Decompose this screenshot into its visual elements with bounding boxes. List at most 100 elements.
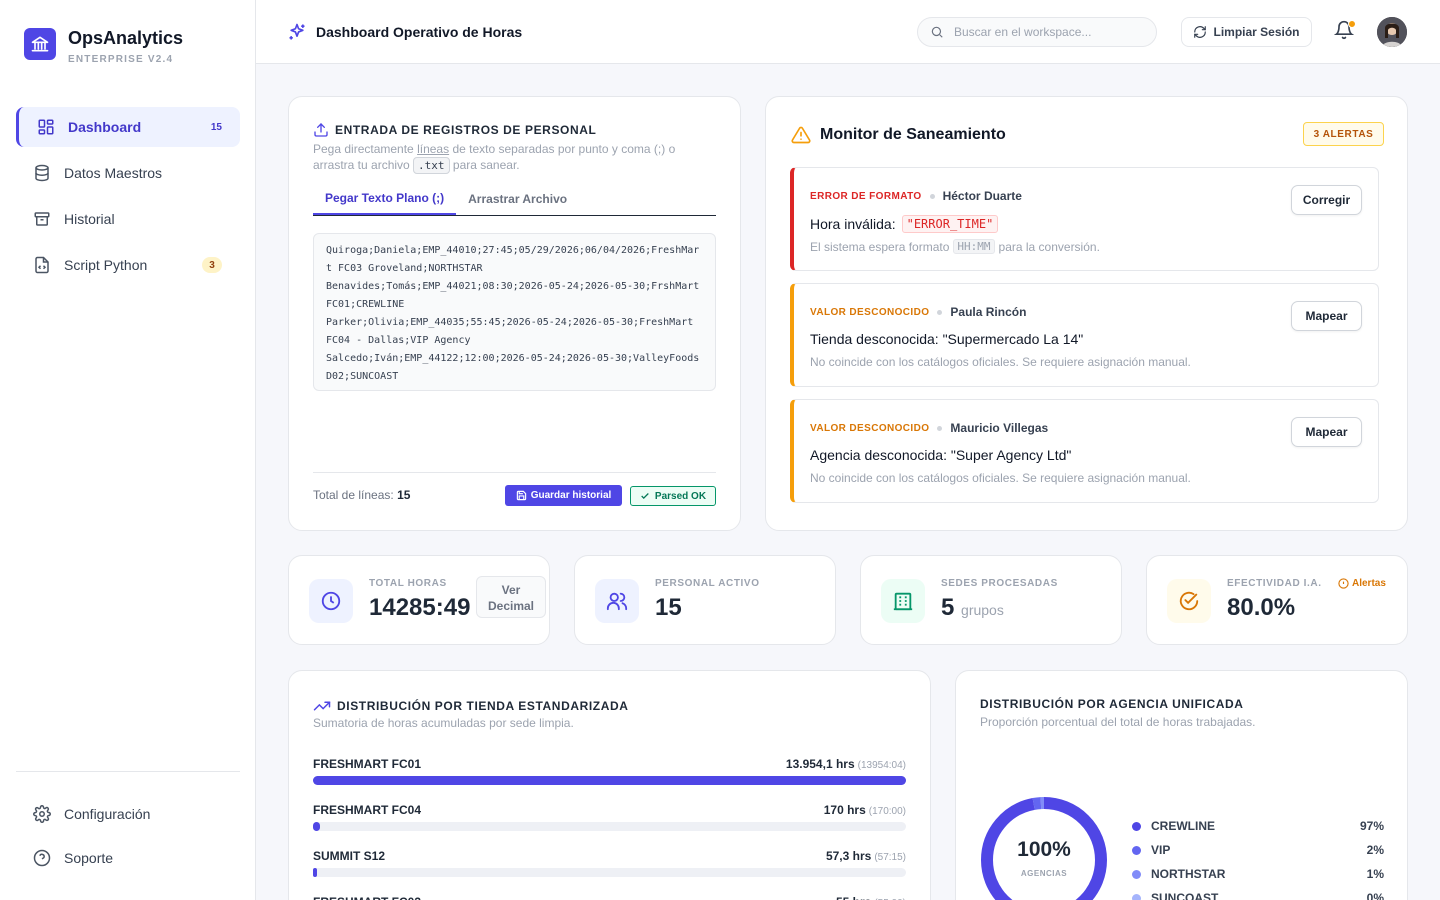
kpi-label: PERSONAL ACTIVO [655,578,760,589]
top-header: Dashboard Operativo de Horas Buscar en e… [256,0,1440,64]
sparkles-icon [289,23,305,40]
view-decimal-label: Decimal [487,599,535,613]
notification-dot [1348,20,1356,28]
alerts-count-badge: 3 ALERTAS [1303,122,1384,146]
store-hours-value: 170 hrs [823,803,866,817]
sidebar-item-label: Script Python [64,257,148,273]
total-lines: Total de líneas: 15 [313,488,410,502]
store-hours-value: 13.954,1 hrs [785,757,855,771]
store-hours-value: 55 hrs [836,895,871,900]
issue-message: Hora inválida: "ERROR_TIME" [810,215,999,233]
legend-name: SUNCOAST [1151,891,1219,900]
issue-note: El sistema espera formato HH:MM para la … [810,239,1100,254]
input-card-divider [313,472,716,473]
save-history-label: Guardar historial [530,490,612,501]
clear-session-label: Limpiar Sesión [1213,25,1300,39]
avatar[interactable] [1377,17,1407,47]
issue-note-text: El sistema espera formato [810,239,950,254]
monitor-title-text: Monitor de Saneamiento [820,126,1006,143]
archive-icon [34,212,50,226]
legend-pct: 97% [1359,819,1384,833]
page-title: Dashboard Operativo de Horas [287,22,522,42]
input-card-subtitle: Pega directamente líneas de texto separa… [313,141,716,174]
agency-donut-chart: 100% AGENCIAS [981,797,1107,900]
kpi-processed-sites: SEDES PROCESADAS 5 grupos [860,555,1122,645]
sidebar-item-dashboard[interactable]: Dashboard 15 [16,107,240,147]
fix-button[interactable]: Corregir [1291,185,1362,215]
parsed-ok-label: Parsed OK [654,490,707,502]
sidebar-item-script-python[interactable]: Script Python 3 [16,245,240,285]
store-hours-value: 57,3 hrs [825,849,872,863]
store-hours-raw: (57:15) [874,852,906,863]
issue-message-text: Hora inválida: [810,216,896,232]
search-input[interactable]: Buscar en el workspace... [917,17,1157,47]
issue-note: No coincide con los catálogos oficiales.… [810,471,1191,485]
save-icon [516,490,526,501]
sidebar-nav: Dashboard 15 Datos Maestros Historial Sc… [16,107,240,291]
issue-card: VALOR DESCONOCIDO Paula Rincón Tienda de… [790,283,1379,387]
subtitle-text: de texto separadas por punto y coma (;) … [452,142,676,156]
save-history-button[interactable]: Guardar historial [505,485,622,506]
clear-session-button[interactable]: Limpiar Sesión [1181,17,1312,47]
help-icon [33,849,51,867]
issue-type: VALOR DESCONOCIDO [810,306,930,318]
sidebar-item-datos-maestros[interactable]: Datos Maestros [16,153,240,193]
sidebar-bottom-nav: Configuración Soporte [16,794,240,882]
brand-name: OpsAnalytics [68,28,184,48]
map-button[interactable]: Mapear [1291,417,1362,447]
grid-icon [38,119,54,135]
store-hours: 170 hrs (170:00) [824,803,906,817]
upload-icon [314,123,328,137]
bank-logo-icon [24,28,56,60]
sidebar-item-configuracion[interactable]: Configuración [16,794,240,834]
legend-pct: 2% [1366,843,1384,857]
store-hours-raw: (13954:04) [857,760,906,771]
legend-dot [1132,821,1141,831]
brand-version: ENTERPRISE V2.4 [68,54,174,65]
gear-icon [33,805,51,823]
users-icon [595,579,639,623]
subtitle-text: Pega directamente [313,142,414,156]
donut-center-label: AGENCIAS [1021,869,1067,878]
subtitle-link[interactable]: líneas [417,142,449,156]
monitor-title: Monitor de Saneamiento [791,125,1006,145]
building-icon [881,579,925,623]
issue-card: VALOR DESCONOCIDO Mauricio Villegas Agen… [790,399,1379,503]
legend-dot [1132,893,1141,900]
store-distribution-subtitle: Sumatoria de horas acumuladas por sede l… [313,716,574,730]
kpi-value: 80.0% [1227,594,1296,621]
check-icon [641,493,649,499]
legend-pct: 1% [1366,867,1384,881]
sidebar-item-label: Historial [64,211,115,227]
view-decimal-button[interactable]: Ver Decimal [476,576,546,618]
view-decimal-label: Ver [501,583,521,597]
legend-dot [1132,869,1141,879]
page-title-text: Dashboard Operativo de Horas [316,24,523,40]
sidebar-item-label: Datos Maestros [64,165,163,181]
agency-distribution-subtitle: Proporción porcentual del total de horas… [980,715,1256,729]
kpi-total-hours: TOTAL HORAS 14285:49 Ver Decimal [288,555,550,645]
issue-header: VALOR DESCONOCIDO Mauricio Villegas [810,421,1048,435]
file-extension-code: .txt [413,157,450,174]
store-hours: 13.954,1 hrs (13954:04) [786,757,906,771]
separator-dot [937,309,943,315]
map-button[interactable]: Mapear [1291,301,1362,331]
tab-drag-file[interactable]: Arrastrar Archivo [456,183,579,215]
input-card-title: ENTRADA DE REGISTROS DE PERSONAL [313,122,596,138]
sidebar-divider [16,771,240,772]
sidebar-item-label: Soporte [64,850,114,866]
legend-dot [1132,845,1141,855]
issue-person: Héctor Duarte [942,189,1022,203]
records-textarea[interactable]: Quiroga;Daniela;EMP_44010;27:45;05/29/20… [313,233,716,391]
kpi-value-number: 5 [941,594,955,621]
issue-card: ERROR DE FORMATO Héctor Duarte Hora invá… [790,167,1379,271]
tab-paste-text[interactable]: Pegar Texto Plano (;) [313,183,457,215]
sidebar-item-historial[interactable]: Historial [16,199,240,239]
agency-distribution-card: DISTRIBUCIÓN POR AGENCIA UNIFICADA Propo… [955,670,1408,900]
store-name: FRESHMART FC01 [313,757,422,771]
donut-center-value: 100% [1017,838,1071,861]
warning-icon [791,126,811,144]
sidebar-item-soporte[interactable]: Soporte [16,838,240,878]
kpi-alert[interactable]: Alertas [1338,578,1386,589]
kpi-ai-effectiveness: EFECTIVIDAD I.A. 80.0% Alertas [1146,555,1408,645]
